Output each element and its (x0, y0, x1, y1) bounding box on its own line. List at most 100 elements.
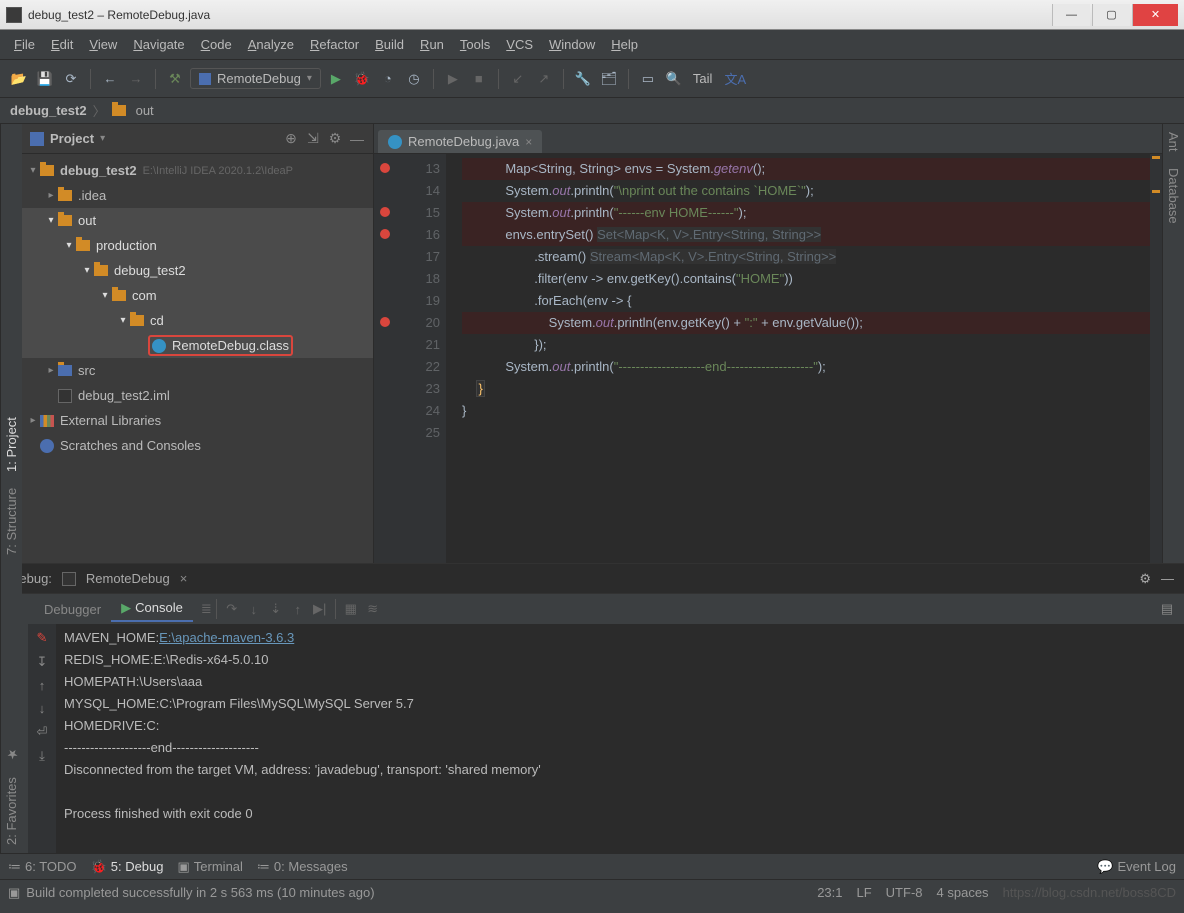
tree-ext-libs[interactable]: ▸External Libraries (22, 408, 373, 433)
profile-icon[interactable]: ◷ (403, 68, 425, 90)
wrap-icon[interactable]: ⏎ (37, 724, 48, 740)
hammer-icon[interactable]: ⚒ (164, 68, 186, 90)
sidetool-ant[interactable]: Ant (1166, 132, 1181, 152)
close-button[interactable]: ✕ (1132, 4, 1178, 26)
menu-view[interactable]: View (81, 37, 125, 52)
layout-icon[interactable]: ▤ (1156, 598, 1178, 620)
trace-icon[interactable]: ≋ (362, 598, 384, 620)
run-icon[interactable]: ▶ (325, 68, 347, 90)
tree-production[interactable]: ▾production (22, 233, 373, 258)
search-icon[interactable]: 🔍 (663, 68, 685, 90)
save-icon[interactable]: 💾 (34, 68, 56, 90)
tree-idea[interactable]: ▸.idea (22, 183, 373, 208)
open-icon[interactable]: 📂 (8, 68, 30, 90)
target-icon[interactable]: ⊕ (283, 131, 299, 147)
forward-icon[interactable]: → (125, 68, 147, 90)
run-config-select[interactable]: RemoteDebug ▾ (190, 68, 321, 89)
up-icon[interactable]: ↑ (39, 678, 46, 693)
projstruct-icon[interactable]: 🗂 (598, 68, 620, 90)
menu-navigate[interactable]: Navigate (125, 37, 192, 52)
vcs-update-icon[interactable]: ↙ (507, 68, 529, 90)
gear-icon[interactable]: ⚙ (327, 131, 343, 147)
menu-help[interactable]: Help (603, 37, 646, 52)
minimize-button[interactable]: — (1052, 4, 1090, 26)
sidetool-favorites[interactable]: 2: Favorites (4, 777, 19, 845)
editor-tab[interactable]: RemoteDebug.java × (378, 130, 542, 153)
project-tree: ▾debug_test2E:\IntelliJ IDEA 2020.1.2\Id… (22, 154, 373, 563)
expand-icon[interactable]: ⇲ (305, 131, 321, 147)
menu-edit[interactable]: Edit (43, 37, 81, 52)
menu-build[interactable]: Build (367, 37, 412, 52)
debug-icon[interactable]: 🐞 (351, 68, 373, 90)
bottom-debug[interactable]: 🐞5: Debug (91, 859, 164, 875)
coverage-icon[interactable]: ◔ (377, 68, 399, 90)
chevron-down-icon[interactable]: ▾ (100, 133, 105, 144)
menu-window[interactable]: Window (541, 37, 603, 52)
code-area[interactable]: 13141516171819202122232425 Map<String, S… (374, 154, 1162, 563)
translate-icon[interactable]: 文A (724, 68, 746, 90)
evaluate-icon[interactable]: ▦ (340, 598, 362, 620)
vcs-commit-icon[interactable]: ↗ (533, 68, 555, 90)
sidetool-structure[interactable]: 7: Structure (4, 488, 19, 555)
sidetool-database[interactable]: Database (1166, 168, 1181, 224)
close-tab-icon[interactable]: × (525, 135, 532, 149)
console-output[interactable]: MAVEN_HOME:E:\apache-maven-3.6.3REDIS_HO… (56, 624, 1184, 853)
tree-iml[interactable]: debug_test2.iml (22, 383, 373, 408)
status-spaces[interactable]: 4 spaces (937, 885, 989, 900)
bottom-messages[interactable]: ≔0: Messages (257, 859, 348, 875)
scroll-icon[interactable]: ⤓ (39, 748, 45, 764)
status-icon[interactable]: ▣ (8, 885, 20, 901)
menu-file[interactable]: File (6, 37, 43, 52)
threads-icon[interactable]: ≣ (201, 601, 212, 617)
sync-icon[interactable]: ⟳ (60, 68, 82, 90)
stop-icon[interactable]: ■ (468, 68, 490, 90)
status-enc[interactable]: UTF-8 (886, 885, 923, 900)
breadcrumb-root[interactable]: debug_test2 (10, 103, 87, 118)
down2-icon[interactable]: ↓ (39, 701, 46, 716)
hide-icon[interactable]: — (1161, 571, 1174, 586)
tree-scratches[interactable]: Scratches and Consoles (22, 433, 373, 458)
status-pos[interactable]: 23:1 (817, 885, 842, 900)
menu-refactor[interactable]: Refactor (302, 37, 367, 52)
tail-label[interactable]: Tail (693, 71, 713, 86)
step-out-icon[interactable]: ↑ (287, 598, 309, 620)
tree-debug-test2[interactable]: ▾debug_test2 (22, 258, 373, 283)
gear-icon[interactable]: ⚙ (1139, 571, 1151, 587)
bottom-todo[interactable]: ≔6: TODO (8, 859, 77, 875)
bottom-terminal[interactable]: ▣Terminal (178, 859, 243, 875)
tree-cd[interactable]: ▾cd (22, 308, 373, 333)
menu-code[interactable]: Code (193, 37, 240, 52)
run-to-cursor-icon[interactable]: ▶| (309, 598, 331, 620)
step-over-icon[interactable]: ↷ (221, 598, 243, 620)
menu-vcs[interactable]: VCS (498, 37, 541, 52)
menu-analyze[interactable]: Analyze (240, 37, 302, 52)
close-icon[interactable]: × (180, 571, 188, 586)
tree-com[interactable]: ▾com (22, 283, 373, 308)
code-text[interactable]: Map<String, String> envs = System.getenv… (446, 154, 1150, 563)
folder-icon (112, 105, 126, 116)
sidetool-project[interactable]: 1: Project (4, 417, 19, 472)
hide-icon[interactable]: — (349, 131, 365, 147)
tree-root[interactable]: ▾debug_test2E:\IntelliJ IDEA 2020.1.2\Id… (22, 158, 373, 183)
bottom-eventlog[interactable]: 💬Event Log (1097, 859, 1176, 875)
status-lf[interactable]: LF (857, 885, 872, 900)
menu-run[interactable]: Run (412, 37, 452, 52)
tab-debugger[interactable]: Debugger (34, 598, 111, 621)
tree-out[interactable]: ▾out (22, 208, 373, 233)
menu-tools[interactable]: Tools (452, 37, 498, 52)
force-step-icon[interactable]: ⇣ (265, 598, 287, 620)
breadcrumb-item[interactable]: out (136, 103, 154, 118)
maximize-button[interactable]: ▢ (1092, 4, 1130, 26)
down-icon[interactable]: ↧ (37, 654, 48, 670)
tab-console[interactable]: ▶Console (111, 596, 193, 622)
edit-icon[interactable]: ✎ (37, 630, 48, 646)
tree-class[interactable]: RemoteDebug.class (22, 333, 373, 358)
tree-src[interactable]: ▸src (22, 358, 373, 383)
back-icon[interactable]: ← (99, 68, 121, 90)
step-into-icon[interactable]: ↓ (243, 598, 265, 620)
wrench-icon[interactable]: 🔧 (572, 68, 594, 90)
breadcrumb: debug_test2 〉 out (0, 98, 1184, 124)
presentation-icon[interactable]: ▭ (637, 68, 659, 90)
run2-icon[interactable]: ▶ (442, 68, 464, 90)
breakpoint-gutter[interactable] (374, 154, 396, 563)
